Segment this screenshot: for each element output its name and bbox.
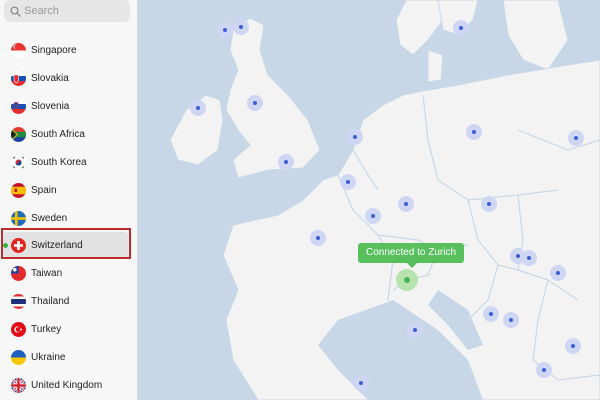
server-marker[interactable]: [521, 250, 537, 266]
country-item-switzerland[interactable]: Switzerland: [3, 232, 128, 259]
country-label: Slovakia: [31, 73, 69, 84]
country-item-slovenia[interactable]: Slovenia: [0, 93, 137, 120]
country-label: Spain: [31, 185, 57, 196]
country-label: Switzerland: [31, 240, 83, 251]
server-marker[interactable]: [340, 174, 356, 190]
country-item-singapore[interactable]: Singapore: [0, 37, 137, 64]
server-marker[interactable]: [217, 22, 233, 38]
sweden-flag-icon: [11, 211, 26, 226]
search-box[interactable]: [4, 0, 130, 22]
south-africa-flag-icon: [11, 127, 26, 142]
server-marker[interactable]: [310, 230, 326, 246]
country-item-spain[interactable]: Spain: [0, 177, 137, 204]
server-marker[interactable]: [398, 196, 414, 212]
server-marker[interactable]: [347, 129, 363, 145]
server-marker[interactable]: [466, 124, 482, 140]
server-marker[interactable]: [536, 362, 552, 378]
country-item-turkey[interactable]: Turkey: [0, 316, 137, 343]
server-marker[interactable]: [483, 306, 499, 322]
country-label: South Africa: [31, 129, 85, 140]
ukraine-flag-icon: [11, 350, 26, 365]
country-item-south-africa[interactable]: South Africa: [0, 121, 137, 148]
taiwan-flag-icon: [11, 266, 26, 281]
country-item-ukraine[interactable]: Ukraine: [0, 344, 137, 371]
server-marker[interactable]: [503, 312, 519, 328]
server-marker[interactable]: [247, 95, 263, 111]
spain-flag-icon: [11, 183, 26, 198]
south-korea-flag-icon: [11, 155, 26, 170]
tooltip-pointer: [406, 262, 418, 268]
switzerland-flag-icon: [11, 238, 26, 253]
slovakia-flag-icon: [11, 71, 26, 86]
country-sidebar: Singapore Slovakia Slovenia South Africa: [0, 0, 138, 400]
server-marker[interactable]: [365, 208, 381, 224]
server-marker[interactable]: [568, 130, 584, 146]
server-marker[interactable]: [407, 322, 423, 338]
server-marker[interactable]: [453, 20, 469, 36]
connected-server-marker[interactable]: [396, 269, 418, 291]
server-marker[interactable]: [233, 19, 249, 35]
search-input[interactable]: [24, 5, 124, 17]
server-marker[interactable]: [565, 338, 581, 354]
connection-status-tooltip: Connected to Zurich: [358, 243, 465, 263]
country-item-taiwan[interactable]: Taiwan: [0, 260, 137, 287]
country-label: Thailand: [31, 296, 70, 307]
slovenia-flag-icon: [11, 99, 26, 114]
search-icon: [9, 5, 21, 17]
server-marker[interactable]: [190, 100, 206, 116]
server-map[interactable]: Connected to Zurich: [138, 0, 600, 400]
europe-map: [169, 0, 600, 400]
country-item-slovakia[interactable]: Slovakia: [0, 65, 137, 92]
server-marker[interactable]: [353, 375, 369, 391]
country-label: United Kingdom: [31, 380, 103, 391]
country-item-united-kingdom[interactable]: United Kingdom: [0, 372, 137, 399]
server-marker[interactable]: [278, 154, 294, 170]
country-label: Turkey: [31, 324, 62, 335]
country-label: Ukraine: [31, 352, 66, 363]
thailand-flag-icon: [11, 294, 26, 309]
app-window: Singapore Slovakia Slovenia South Africa: [0, 0, 600, 400]
connected-status-dot: [3, 243, 8, 248]
country-label: South Korea: [31, 157, 87, 168]
country-label: Singapore: [31, 45, 77, 56]
country-label: Slovenia: [31, 101, 70, 112]
server-marker[interactable]: [550, 265, 566, 281]
singapore-flag-icon: [11, 43, 26, 58]
country-label: Taiwan: [31, 268, 63, 279]
server-marker[interactable]: [481, 196, 497, 212]
united-kingdom-flag-icon: [11, 378, 26, 393]
country-item-south-korea[interactable]: South Korea: [0, 149, 137, 176]
turkey-flag-icon: [11, 322, 26, 337]
country-label: Sweden: [31, 213, 68, 224]
country-item-thailand[interactable]: Thailand: [0, 288, 137, 315]
country-item-sweden[interactable]: Sweden: [0, 205, 137, 232]
